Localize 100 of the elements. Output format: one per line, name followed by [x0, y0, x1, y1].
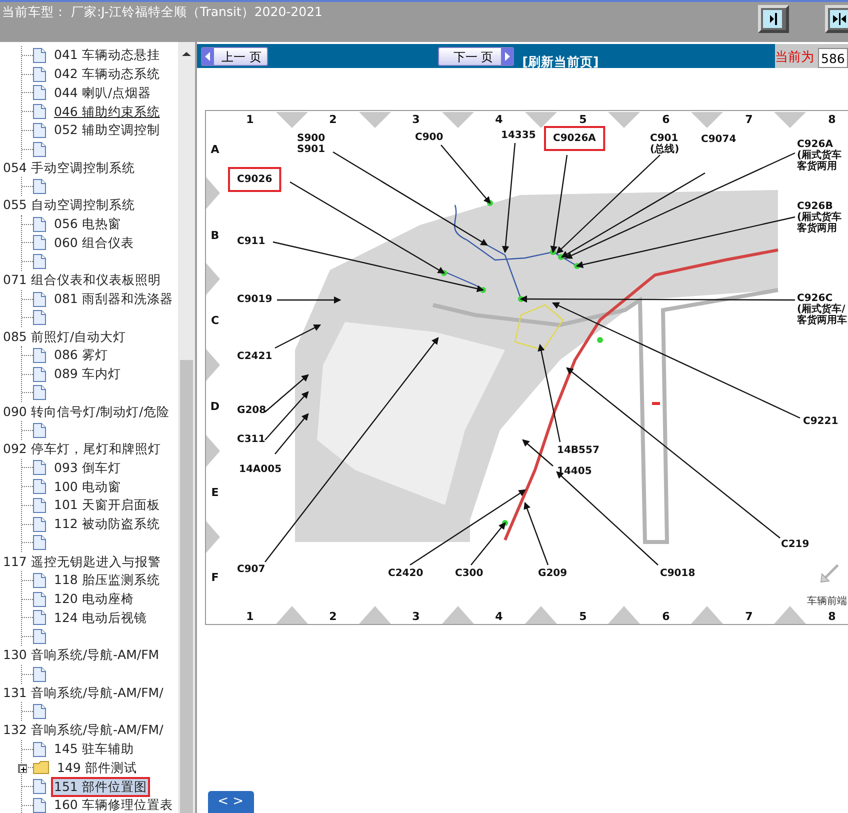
tree-item[interactable]: 042 车辆动态系统: [51, 64, 163, 84]
connector-label: C901 (总线): [650, 133, 679, 155]
grid-column-number: 5: [578, 113, 586, 126]
tree-item[interactable]: 160 车辆修理位置表: [51, 795, 176, 813]
tree-group-label[interactable]: 132 音响系统/导航-AM/FM/: [0, 720, 166, 740]
page-icon: [33, 348, 46, 363]
connector-label: C311: [236, 434, 265, 445]
tree-item[interactable]: 112 被动防盗系统: [51, 514, 163, 534]
page-icon: [33, 610, 46, 626]
page-icon: [33, 292, 46, 307]
expand-toggle[interactable]: [18, 764, 27, 772]
grid-row-letter: E: [210, 486, 218, 499]
grid-row-letter: F: [210, 571, 218, 584]
grid-column-number: 2: [328, 113, 336, 126]
tree-group-label[interactable]: 071 组合仪表和仪表板照明: [0, 270, 164, 290]
page-icon: [33, 629, 46, 644]
tree-group-label[interactable]: 131 音响系统/导航-AM/FM/: [0, 682, 166, 703]
grid-column-number: 2: [328, 610, 336, 623]
tree-item[interactable]: 060 组合仪表: [51, 232, 137, 253]
tree-item[interactable]: 089 车内灯: [51, 364, 124, 384]
pager-button[interactable]: < >: [208, 791, 254, 813]
page-icon: [33, 779, 46, 794]
connector-label: 14335: [500, 130, 536, 141]
current-page-label: 当前为: [775, 49, 814, 67]
split-arrows-icon: [830, 10, 848, 28]
tree-item[interactable]: 101 天窗开启面板: [51, 495, 163, 516]
page-icon: [33, 742, 46, 757]
grid-row-letter: C: [210, 314, 219, 327]
connector-label: C926C (厢式货车/ 客货两用车: [796, 293, 847, 326]
connector-label: 14B557: [556, 445, 599, 456]
split-view-button[interactable]: [825, 5, 848, 33]
tree-item[interactable]: 145 驻车辅助: [51, 739, 137, 760]
grid-column-number: 4: [494, 610, 502, 623]
tree-item[interactable]: 041 车辆动态悬挂: [51, 45, 163, 66]
tree-item[interactable]: 056 电热窗: [51, 214, 124, 234]
scrollbar[interactable]: [178, 42, 195, 813]
page-icon: [33, 516, 46, 532]
page-icon: [33, 48, 46, 63]
tree-item[interactable]: 046 辅助约束系统: [51, 102, 163, 122]
tree-item[interactable]: 100 电动窗: [51, 476, 124, 497]
page-icon: [33, 104, 46, 120]
tree-item[interactable]: 151 部件位置图: [51, 776, 150, 797]
tree-item[interactable]: 120 电动座椅: [51, 589, 137, 610]
connector-label: C926B (厢式货车 客货两用: [796, 201, 842, 234]
tree-group-label[interactable]: 130 音响系统/导航-AM/FM: [0, 645, 162, 666]
arrow-right-icon: [763, 10, 782, 28]
grid-column-number: 8: [828, 113, 836, 126]
tree-item[interactable]: 052 辅助空调控制: [51, 120, 163, 140]
connector-label: C911: [236, 236, 265, 247]
tree-item[interactable]: 093 倒车灯: [51, 458, 124, 478]
page-icon: [33, 310, 46, 326]
page-icon: [33, 179, 46, 194]
page-icon: [33, 142, 46, 157]
arrow-left-icon: [202, 48, 214, 65]
tree-group-label[interactable]: 054 手动空调控制系统: [0, 158, 138, 178]
panel-toggle-button[interactable]: [758, 5, 789, 33]
connector-label: C300: [454, 568, 483, 579]
page-icon: [33, 85, 46, 100]
page-icon: [33, 798, 46, 813]
page-icon: [33, 254, 46, 270]
connector-label: C926A (厢式货车 客货两用: [796, 139, 842, 172]
tree-item[interactable]: 086 雾灯: [51, 345, 111, 366]
scroll-thumb[interactable]: [180, 360, 193, 813]
connector-label: G208: [236, 405, 266, 416]
tree-group-label[interactable]: 085 前照灯/自动大灯: [0, 326, 130, 347]
connector-label: C9074: [700, 134, 736, 145]
connector-label: C9026A: [552, 133, 596, 144]
tree-group-label[interactable]: 092 停车灯，尾灯和牌照灯: [0, 439, 164, 460]
grid-row-letter: D: [210, 400, 220, 413]
connector-label: S900 S901: [296, 133, 325, 155]
tree-item[interactable]: 044 喇叭/点烟器: [51, 82, 154, 103]
page-icon: [33, 460, 46, 476]
page-number-field[interactable]: 586: [818, 48, 848, 68]
tree-group-label[interactable]: 117 遥控无钥匙进入与报警: [0, 552, 164, 572]
tree-item[interactable]: 118 胎压监测系统: [51, 570, 163, 590]
refresh-link[interactable]: [刷新当前页]: [522, 53, 599, 68]
connector-label: C9026: [236, 174, 272, 185]
previous-page-button[interactable]: 上一 页: [200, 47, 268, 66]
grid-column-number: 3: [412, 113, 420, 126]
tree-item[interactable]: 081 雨刮器和洗涤器: [51, 289, 176, 310]
page-icon: [33, 235, 46, 250]
grid-column-number: 3: [412, 610, 420, 623]
page-icon: [33, 704, 46, 720]
tree-item[interactable]: 124 电动后视镜: [51, 608, 150, 628]
front-direction-label: 车辆前端: [806, 596, 847, 607]
tree-item[interactable]: 149 部件测试: [54, 758, 140, 778]
tree-group-label[interactable]: 055 自动空调控制系统: [0, 195, 138, 216]
page-icon: [33, 216, 46, 232]
connector-label: C219: [780, 539, 809, 550]
connector-label: C907: [236, 564, 265, 575]
next-page-button[interactable]: 下一 页: [438, 47, 514, 66]
connector-label: C900: [414, 132, 443, 143]
grid-column-number: 6: [662, 610, 670, 623]
grid-column-number: 8: [828, 610, 836, 623]
page-icon: [33, 66, 46, 82]
page-icon: [33, 592, 46, 607]
grid-column-number: 5: [578, 610, 586, 623]
grid-column-number: 1: [246, 113, 254, 126]
connector-label: G209: [538, 568, 567, 579]
tree-group-label[interactable]: 090 转向信号灯/制动灯/危险: [0, 402, 172, 422]
